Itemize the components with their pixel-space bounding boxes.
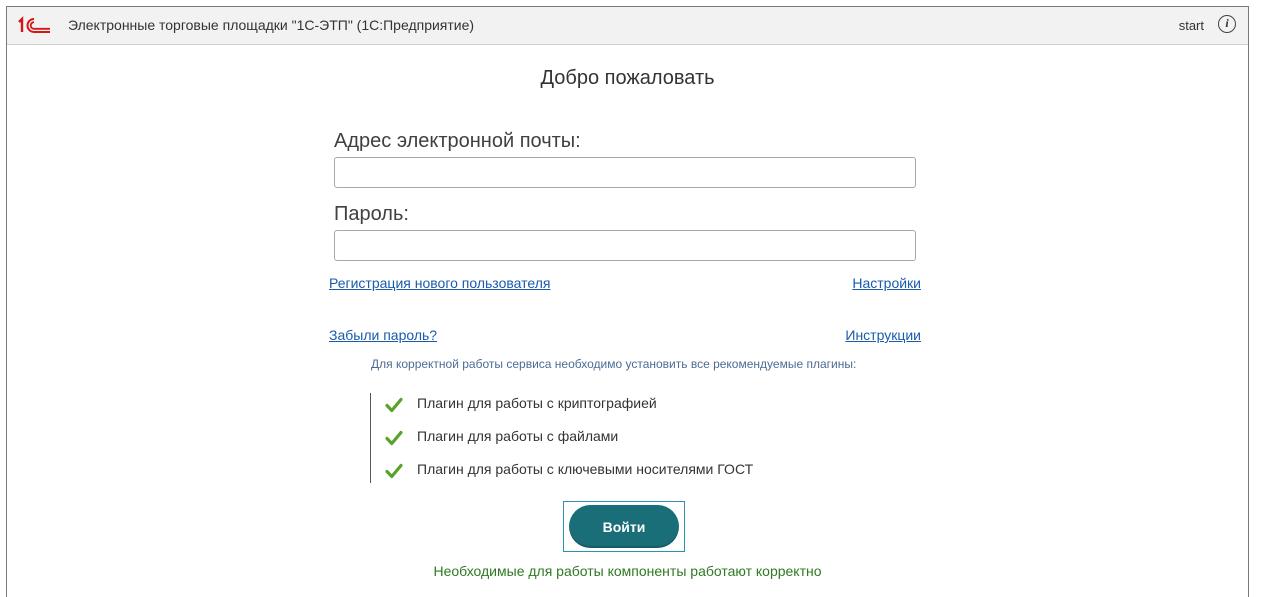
plugins-notice: Для корректной работы сервиса необходимо… <box>371 357 857 371</box>
1c-logo-icon <box>18 16 50 33</box>
instructions-link[interactable]: Инструкции <box>845 327 921 343</box>
title-bar: Электронные торговые площадки "1С-ЭТП" (… <box>7 7 1248 45</box>
plugin-label: Плагин для работы с файлами <box>417 428 619 444</box>
register-link[interactable]: Регистрация нового пользователя <box>329 275 550 291</box>
email-field[interactable] <box>334 157 916 188</box>
check-icon <box>385 463 403 479</box>
plugins-list: Плагин для работы с криптографией Плагин… <box>370 393 891 483</box>
login-button[interactable]: Войти <box>569 505 679 548</box>
settings-link[interactable]: Настройки <box>852 275 921 291</box>
app-title: Электронные торговые площадки "1С-ЭТП" (… <box>68 17 475 33</box>
status-message: Необходимые для работы компоненты работа… <box>433 563 822 579</box>
plugin-label: Плагин для работы с ключевыми носителями… <box>417 461 754 477</box>
login-button-focus: Войти <box>563 501 685 552</box>
info-icon[interactable]: i <box>1218 15 1236 33</box>
password-label: Пароль: <box>334 203 409 225</box>
email-label: Адрес электронной почты: <box>334 130 581 152</box>
plugin-label: Плагин для работы с криптографией <box>417 395 657 411</box>
password-field[interactable] <box>334 230 916 261</box>
check-icon <box>385 430 403 446</box>
page-title: Добро пожаловать <box>540 67 715 89</box>
forgot-password-link[interactable]: Забыли пароль? <box>329 327 437 343</box>
check-icon <box>385 397 403 413</box>
user-name: start <box>1178 18 1204 33</box>
app-window: Электронные торговые площадки "1С-ЭТП" (… <box>6 6 1249 597</box>
